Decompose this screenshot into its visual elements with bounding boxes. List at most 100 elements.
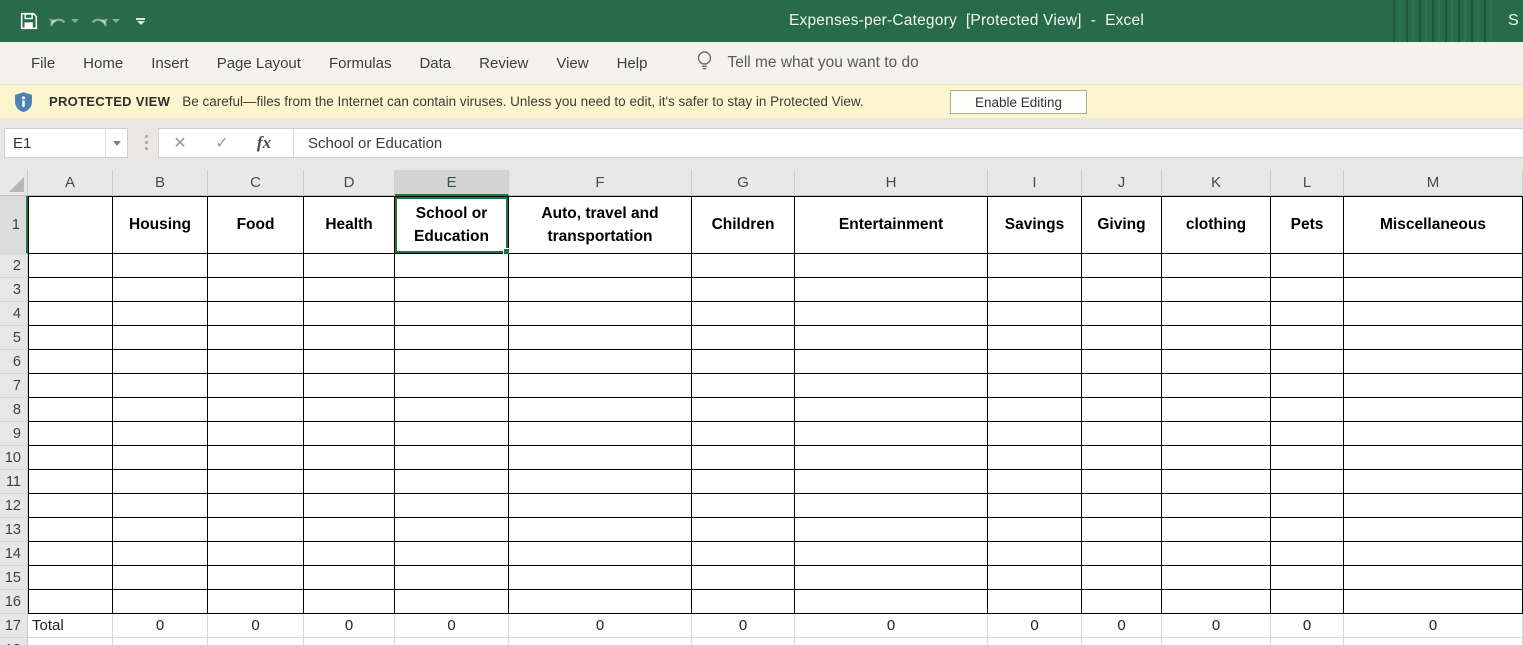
cell-G6[interactable]: [692, 350, 795, 374]
cell-B1[interactable]: Housing: [113, 196, 208, 254]
cell-I2[interactable]: [988, 254, 1082, 278]
cell-L4[interactable]: [1271, 302, 1344, 326]
cell-A18[interactable]: [28, 638, 113, 645]
cell-H2[interactable]: [795, 254, 988, 278]
cell-B15[interactable]: [113, 566, 208, 590]
cell-G14[interactable]: [692, 542, 795, 566]
cell-D1[interactable]: Health: [304, 196, 395, 254]
cell-A8[interactable]: [28, 398, 113, 422]
cell-J10[interactable]: [1082, 446, 1162, 470]
cell-K18[interactable]: [1162, 638, 1271, 645]
cell-L3[interactable]: [1271, 278, 1344, 302]
cell-I16[interactable]: [988, 590, 1082, 614]
column-header-H[interactable]: H: [795, 170, 988, 196]
cell-D6[interactable]: [304, 350, 395, 374]
cell-E12[interactable]: [395, 494, 509, 518]
cell-H6[interactable]: [795, 350, 988, 374]
cell-G1[interactable]: Children: [692, 196, 795, 254]
cell-H1[interactable]: Entertainment: [795, 196, 988, 254]
cell-A3[interactable]: [28, 278, 113, 302]
cell-G15[interactable]: [692, 566, 795, 590]
cell-F1[interactable]: Auto, travel and transportation: [509, 196, 692, 254]
cell-B5[interactable]: [113, 326, 208, 350]
cell-B13[interactable]: [113, 518, 208, 542]
cell-L5[interactable]: [1271, 326, 1344, 350]
cell-L2[interactable]: [1271, 254, 1344, 278]
tell-me-label[interactable]: Tell me what you want to do: [727, 54, 918, 72]
row-header-3[interactable]: 3: [0, 278, 28, 302]
name-box[interactable]: E1: [4, 128, 128, 158]
cell-M9[interactable]: [1344, 422, 1523, 446]
cell-C8[interactable]: [208, 398, 304, 422]
cell-H9[interactable]: [795, 422, 988, 446]
cell-M14[interactable]: [1344, 542, 1523, 566]
column-header-L[interactable]: L: [1271, 170, 1344, 196]
cell-D7[interactable]: [304, 374, 395, 398]
cell-K4[interactable]: [1162, 302, 1271, 326]
cell-L12[interactable]: [1271, 494, 1344, 518]
cell-C7[interactable]: [208, 374, 304, 398]
cell-F16[interactable]: [509, 590, 692, 614]
row-header-6[interactable]: 6: [0, 350, 28, 374]
cell-L16[interactable]: [1271, 590, 1344, 614]
cell-L8[interactable]: [1271, 398, 1344, 422]
cell-E10[interactable]: [395, 446, 509, 470]
formula-bar-resize-handle[interactable]: [145, 135, 148, 150]
cell-K1[interactable]: clothing: [1162, 196, 1271, 254]
cell-I4[interactable]: [988, 302, 1082, 326]
cell-H13[interactable]: [795, 518, 988, 542]
cell-F14[interactable]: [509, 542, 692, 566]
cell-E2[interactable]: [395, 254, 509, 278]
row-header-16[interactable]: 16: [0, 590, 28, 614]
column-header-M[interactable]: M: [1344, 170, 1523, 196]
redo-dropdown-icon[interactable]: [112, 19, 120, 23]
cell-D9[interactable]: [304, 422, 395, 446]
cell-J16[interactable]: [1082, 590, 1162, 614]
cell-L7[interactable]: [1271, 374, 1344, 398]
cell-D18[interactable]: [304, 638, 395, 645]
column-header-I[interactable]: I: [988, 170, 1082, 196]
menu-item-formulas[interactable]: Formulas: [315, 42, 406, 84]
cell-B4[interactable]: [113, 302, 208, 326]
column-header-K[interactable]: K: [1162, 170, 1271, 196]
cell-M5[interactable]: [1344, 326, 1523, 350]
cell-K7[interactable]: [1162, 374, 1271, 398]
cell-G16[interactable]: [692, 590, 795, 614]
cell-B6[interactable]: [113, 350, 208, 374]
cell-H10[interactable]: [795, 446, 988, 470]
cell-G9[interactable]: [692, 422, 795, 446]
cell-K3[interactable]: [1162, 278, 1271, 302]
column-header-G[interactable]: G: [692, 170, 795, 196]
cell-M8[interactable]: [1344, 398, 1523, 422]
cell-J17[interactable]: 0: [1082, 614, 1162, 638]
cell-M15[interactable]: [1344, 566, 1523, 590]
cell-M2[interactable]: [1344, 254, 1523, 278]
cell-K16[interactable]: [1162, 590, 1271, 614]
cell-A16[interactable]: [28, 590, 113, 614]
cell-G13[interactable]: [692, 518, 795, 542]
cell-C9[interactable]: [208, 422, 304, 446]
row-header-11[interactable]: 11: [0, 470, 28, 494]
cell-M16[interactable]: [1344, 590, 1523, 614]
cell-G18[interactable]: [692, 638, 795, 645]
cell-C12[interactable]: [208, 494, 304, 518]
cell-H4[interactable]: [795, 302, 988, 326]
cell-F3[interactable]: [509, 278, 692, 302]
cell-G17[interactable]: 0: [692, 614, 795, 638]
row-header-4[interactable]: 4: [0, 302, 28, 326]
cell-B11[interactable]: [113, 470, 208, 494]
cell-D10[interactable]: [304, 446, 395, 470]
column-header-D[interactable]: D: [304, 170, 395, 196]
menu-item-home[interactable]: Home: [69, 42, 137, 84]
cell-D13[interactable]: [304, 518, 395, 542]
cell-F15[interactable]: [509, 566, 692, 590]
cell-D14[interactable]: [304, 542, 395, 566]
cell-M11[interactable]: [1344, 470, 1523, 494]
cell-B9[interactable]: [113, 422, 208, 446]
menu-item-review[interactable]: Review: [465, 42, 542, 84]
cell-L11[interactable]: [1271, 470, 1344, 494]
cell-H8[interactable]: [795, 398, 988, 422]
row-header-17[interactable]: 17: [0, 614, 28, 638]
cell-A14[interactable]: [28, 542, 113, 566]
cell-D11[interactable]: [304, 470, 395, 494]
